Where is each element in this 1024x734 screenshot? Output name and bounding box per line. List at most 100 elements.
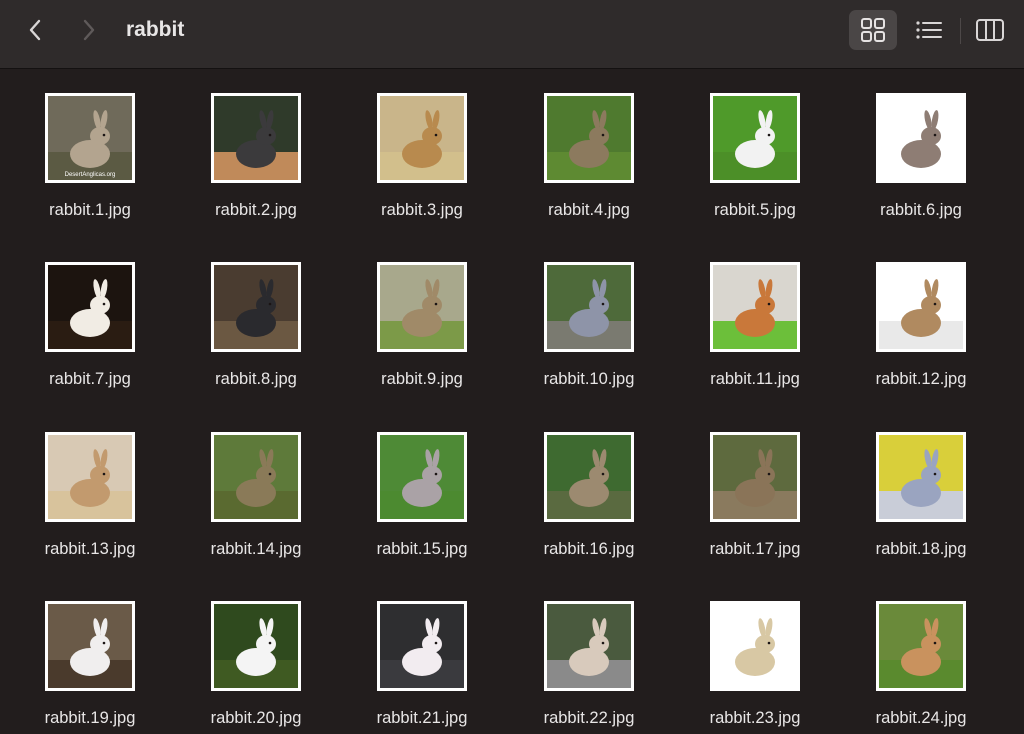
columns-icon: [976, 19, 1004, 41]
file-thumbnail: [377, 93, 467, 183]
grid-icon: [861, 18, 885, 42]
file-name-label: rabbit.10.jpg: [543, 370, 635, 388]
rabbit-photo: [879, 96, 963, 180]
file-name-label: rabbit.20.jpg: [210, 709, 302, 727]
file-name-label: rabbit.11.jpg: [710, 370, 800, 388]
file-name-label: rabbit.24.jpg: [875, 709, 967, 727]
rabbit-photo: [713, 265, 797, 349]
file-thumbnail: [211, 262, 301, 352]
file-thumbnail: [211, 93, 301, 183]
rabbit-photo: [547, 604, 631, 688]
file-thumbnail: [876, 262, 966, 352]
file-thumbnail: [876, 432, 966, 522]
file-item[interactable]: rabbit.6.jpg: [851, 69, 991, 219]
forward-button[interactable]: [74, 14, 104, 46]
file-item[interactable]: rabbit.24.jpg: [851, 577, 991, 727]
window-title: rabbit: [126, 18, 185, 41]
file-item[interactable]: rabbit.20.jpg: [186, 577, 326, 727]
file-item[interactable]: rabbit.17.jpg: [685, 408, 825, 558]
file-icon-grid: DesertAnglicas.org rabbit.1.jpg rabbit.2.j…: [0, 69, 1024, 734]
rabbit-photo: [48, 435, 132, 519]
file-thumbnail: [544, 601, 634, 691]
file-name-label: rabbit.1.jpg: [49, 201, 131, 219]
file-name-label: rabbit.14.jpg: [210, 540, 302, 558]
file-item[interactable]: rabbit.19.jpg: [20, 577, 160, 727]
file-item[interactable]: rabbit.18.jpg: [851, 408, 991, 558]
file-thumbnail: [544, 93, 634, 183]
file-item[interactable]: rabbit.10.jpg: [519, 238, 659, 388]
file-name-label: rabbit.5.jpg: [714, 201, 796, 219]
file-thumbnail: [710, 601, 800, 691]
file-name-label: rabbit.17.jpg: [709, 540, 801, 558]
file-name-label: rabbit.15.jpg: [376, 540, 468, 558]
file-thumbnail: [544, 432, 634, 522]
file-name-label: rabbit.12.jpg: [875, 370, 967, 388]
file-name-label: rabbit.8.jpg: [215, 370, 297, 388]
file-item[interactable]: rabbit.7.jpg: [20, 238, 160, 388]
rabbit-photo: [547, 265, 631, 349]
file-thumbnail: [876, 93, 966, 183]
file-item[interactable]: rabbit.22.jpg: [519, 577, 659, 727]
view-as-list-button[interactable]: [905, 10, 953, 50]
file-thumbnail: [876, 601, 966, 691]
rabbit-photo: [879, 604, 963, 688]
rabbit-photo: [214, 604, 298, 688]
rabbit-photo: [713, 604, 797, 688]
rabbit-photo: [48, 604, 132, 688]
file-thumbnail: [45, 262, 135, 352]
rabbit-photo: [214, 265, 298, 349]
file-name-label: rabbit.16.jpg: [543, 540, 635, 558]
file-thumbnail: [45, 432, 135, 522]
back-button[interactable]: [20, 14, 50, 46]
file-item[interactable]: rabbit.12.jpg: [851, 238, 991, 388]
file-item[interactable]: rabbit.14.jpg: [186, 408, 326, 558]
file-thumbnail: [710, 93, 800, 183]
view-as-columns-button[interactable]: [966, 10, 1014, 50]
file-item[interactable]: rabbit.15.jpg: [352, 408, 492, 558]
file-item[interactable]: rabbit.5.jpg: [685, 69, 825, 219]
rabbit-photo: DesertAnglicas.org: [48, 96, 132, 180]
file-thumbnail: [211, 432, 301, 522]
file-item[interactable]: rabbit.21.jpg: [352, 577, 492, 727]
file-item[interactable]: rabbit.9.jpg: [352, 238, 492, 388]
file-name-label: rabbit.21.jpg: [376, 709, 468, 727]
rabbit-photo: [380, 96, 464, 180]
chevron-left-icon: [29, 19, 41, 41]
file-name-label: rabbit.23.jpg: [709, 709, 801, 727]
file-thumbnail: [377, 432, 467, 522]
file-thumbnail: [377, 601, 467, 691]
file-item[interactable]: rabbit.23.jpg: [685, 577, 825, 727]
file-item[interactable]: rabbit.11.jpg: [685, 238, 825, 388]
file-item[interactable]: DesertAnglicas.org rabbit.1.jpg: [20, 69, 160, 219]
file-item[interactable]: rabbit.13.jpg: [20, 408, 160, 558]
rabbit-photo: [547, 96, 631, 180]
file-thumbnail: [710, 262, 800, 352]
file-item[interactable]: rabbit.8.jpg: [186, 238, 326, 388]
file-thumbnail: [710, 432, 800, 522]
file-name-label: rabbit.2.jpg: [215, 201, 297, 219]
view-as-icons-button[interactable]: [849, 10, 897, 50]
file-item[interactable]: rabbit.3.jpg: [352, 69, 492, 219]
toolbar: rabbit: [0, 0, 1024, 69]
rabbit-photo: [879, 435, 963, 519]
file-thumbnail: [45, 601, 135, 691]
file-item[interactable]: rabbit.16.jpg: [519, 408, 659, 558]
file-name-label: rabbit.19.jpg: [44, 709, 136, 727]
rabbit-photo: [713, 435, 797, 519]
rabbit-photo: [214, 435, 298, 519]
rabbit-photo: [380, 604, 464, 688]
file-name-label: rabbit.9.jpg: [381, 370, 463, 388]
rabbit-photo: [48, 265, 132, 349]
file-thumbnail: [211, 601, 301, 691]
toolbar-separator: [960, 18, 961, 44]
file-item[interactable]: rabbit.4.jpg: [519, 69, 659, 219]
file-name-label: rabbit.4.jpg: [548, 201, 630, 219]
file-thumbnail: DesertAnglicas.org: [45, 93, 135, 183]
file-name-label: rabbit.6.jpg: [880, 201, 962, 219]
file-item[interactable]: rabbit.2.jpg: [186, 69, 326, 219]
rabbit-photo: [547, 435, 631, 519]
file-name-label: rabbit.18.jpg: [875, 540, 967, 558]
rabbit-photo: [713, 96, 797, 180]
rabbit-photo: [380, 435, 464, 519]
file-thumbnail: [544, 262, 634, 352]
